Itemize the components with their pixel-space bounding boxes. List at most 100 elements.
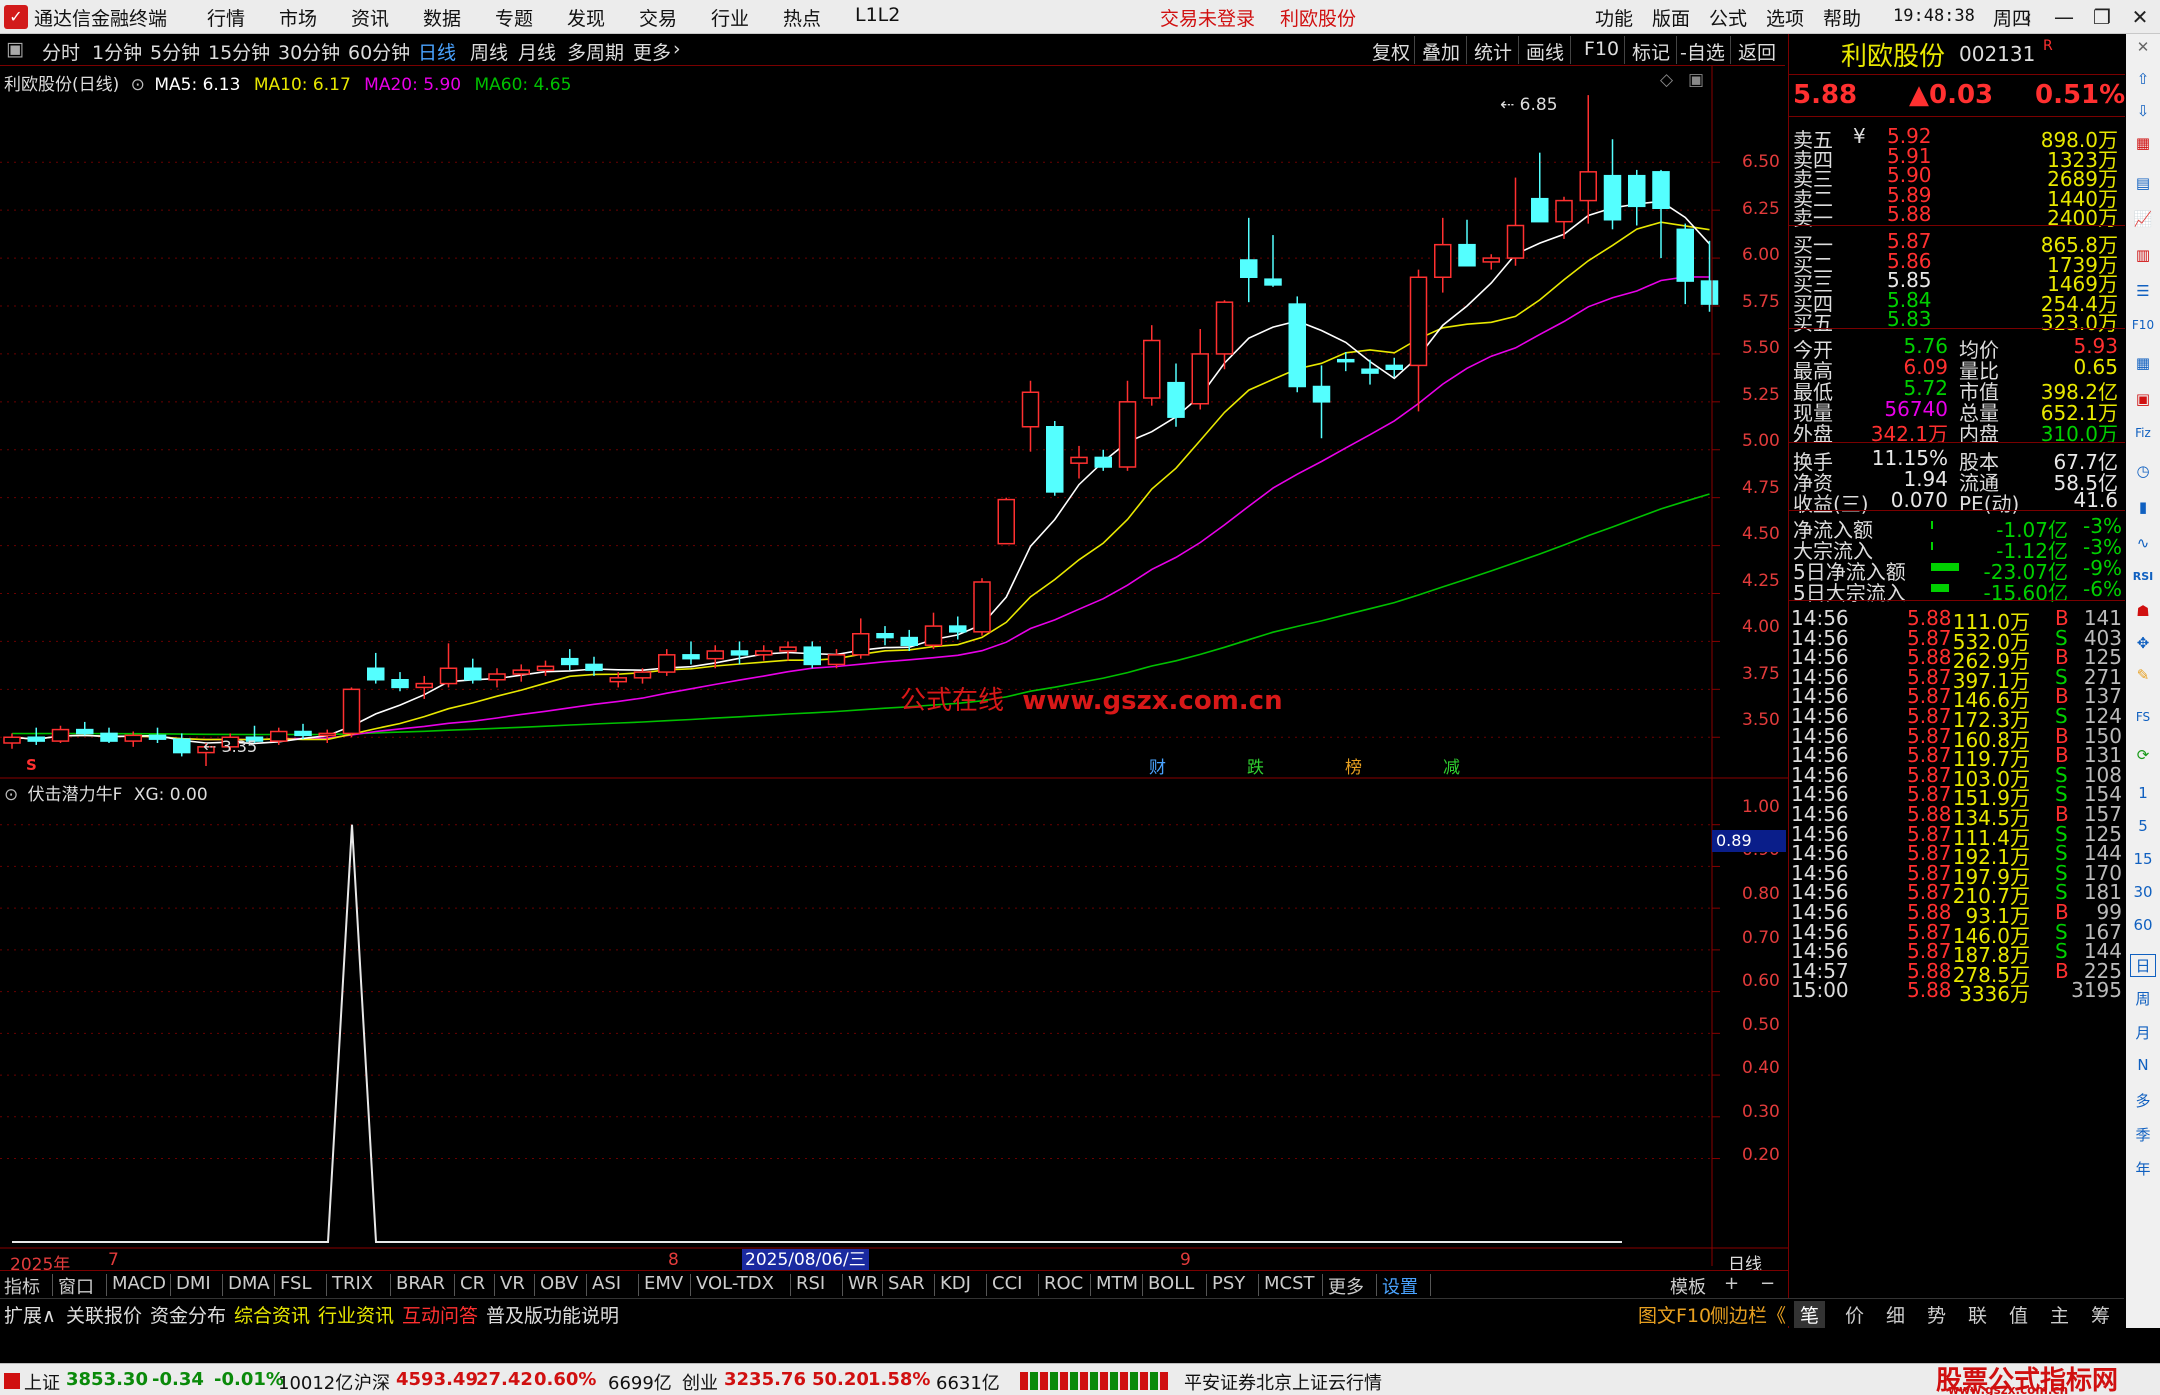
indicator-tab-6[interactable]: TRIX	[332, 1273, 373, 1294]
period-tab-30min[interactable]: 30分钟	[278, 38, 340, 65]
indicator-tab-0[interactable]: 指标	[4, 1273, 40, 1299]
menu-item-hot[interactable]: 热点	[783, 4, 821, 31]
indicator-tab-14[interactable]: RSI	[796, 1273, 825, 1294]
tool-back[interactable]: 返回	[1738, 38, 1776, 65]
menu-item-help[interactable]: 帮助	[1823, 4, 1861, 31]
sidebar-wave-icon[interactable]: ∿	[2130, 534, 2156, 552]
indicator-tab-15[interactable]: WR	[848, 1273, 878, 1294]
indicator-tab-3[interactable]: DMI	[176, 1273, 211, 1294]
sidebar-move-icon[interactable]: ✥	[2130, 634, 2156, 652]
right-tab-0[interactable]: 笔	[1794, 1301, 1826, 1328]
period-tab-multi[interactable]: 多周期	[567, 38, 624, 65]
menu-item-trade[interactable]: 交易	[639, 4, 677, 31]
indicator-tab-23[interactable]: MCST	[1264, 1273, 1315, 1294]
ext-tab-news[interactable]: 综合资讯	[234, 1301, 310, 1328]
login-status[interactable]: 交易未登录	[1160, 4, 1255, 31]
menu-item-function[interactable]: 功能	[1595, 4, 1633, 31]
tool-f10[interactable]: F10	[1584, 38, 1619, 60]
menu-item-layout[interactable]: 版面	[1652, 4, 1690, 31]
sidebar-period-week[interactable]: 周	[2130, 988, 2156, 1009]
indicator-tab-16[interactable]: SAR	[888, 1273, 925, 1294]
back-icon[interactable]: ‹	[2010, 3, 2046, 31]
right-tab-3[interactable]: 势	[1927, 1301, 1946, 1328]
menu-item-discover[interactable]: 发现	[567, 4, 605, 31]
menu-item-options[interactable]: 选项	[1766, 4, 1804, 31]
period-tab-fenshi[interactable]: 分时	[42, 38, 80, 65]
indicator-tab-7[interactable]: BRAR	[396, 1273, 445, 1294]
menu-item-data[interactable]: 数据	[423, 4, 461, 31]
period-tab-monthly[interactable]: 月线	[518, 38, 556, 65]
tool-remove-watch[interactable]: -自选	[1680, 38, 1725, 65]
ext-tab-qa[interactable]: 互动问答	[402, 1301, 478, 1328]
kline-chart[interactable]	[0, 66, 1788, 1266]
indicator-tab-9[interactable]: VR	[500, 1273, 525, 1294]
sidebar-period-day[interactable]: 日	[2130, 954, 2156, 977]
right-tab-1[interactable]: 价	[1845, 1301, 1864, 1328]
event-reduce[interactable]: 减	[1443, 753, 1460, 778]
tool-stats[interactable]: 统计	[1474, 38, 1512, 65]
sidebar-line-icon[interactable]: 📈	[2130, 210, 2156, 228]
menu-item-l1l2[interactable]: L1L2	[855, 4, 900, 26]
panel-toggle-icon[interactable]: ▣	[6, 38, 24, 60]
ext-tab-industry[interactable]: 行业资讯	[318, 1301, 394, 1328]
right-tab-7[interactable]: 筹	[2091, 1301, 2110, 1328]
indicator-tab-22[interactable]: PSY	[1212, 1273, 1245, 1294]
menu-item-news[interactable]: 资讯	[351, 4, 389, 31]
sidebar-kline-icon[interactable]: ▥	[2130, 246, 2156, 264]
sidebar-period-5[interactable]: 5	[2130, 817, 2156, 835]
sidebar-f10-icon[interactable]: F10	[2130, 318, 2156, 332]
sidebar-period-season[interactable]: 季	[2130, 1124, 2156, 1145]
event-drop[interactable]: 跌	[1247, 753, 1264, 778]
more-chevron-icon[interactable]: ›	[673, 38, 681, 60]
right-tab-4[interactable]: 联	[1968, 1301, 1987, 1328]
event-rank[interactable]: 榜	[1345, 753, 1362, 778]
indicator-tab-1[interactable]: 窗口	[58, 1273, 94, 1299]
template-label[interactable]: 模板	[1670, 1273, 1706, 1299]
legend-gear-icon[interactable]: ⊙	[131, 75, 145, 95]
period-tab-1min[interactable]: 1分钟	[92, 38, 142, 65]
tool-adjust[interactable]: 复权	[1372, 38, 1410, 65]
sidebar-pie-icon[interactable]: ◷	[2130, 462, 2156, 480]
sidebar-bar-icon[interactable]: ▮	[2130, 498, 2156, 516]
indicator-tab-5[interactable]: FSL	[280, 1273, 312, 1294]
indicator-tab-21[interactable]: BOLL	[1148, 1273, 1194, 1294]
sidebar-fiz-icon[interactable]: Fiz	[2130, 426, 2156, 440]
indicator-tab-24[interactable]: 更多	[1328, 1273, 1364, 1299]
menu-item-topics[interactable]: 专题	[495, 4, 533, 31]
minimize-icon[interactable]: —	[2046, 3, 2082, 31]
sidebar-chart-icon[interactable]: ▦	[2130, 134, 2156, 152]
menu-item-industry[interactable]: 行业	[711, 4, 749, 31]
indicator-tab-8[interactable]: CR	[460, 1273, 485, 1294]
sidebar-up-icon[interactable]: ⇧	[2130, 70, 2156, 88]
chart-expand-icon[interactable]: ▣	[1688, 70, 1704, 90]
sidebar-grid-icon[interactable]: ▦	[2130, 354, 2156, 372]
indicator-tab-10[interactable]: OBV	[540, 1273, 578, 1294]
tool-draw[interactable]: 画线	[1526, 38, 1564, 65]
template-plus[interactable]: +	[1724, 1273, 1739, 1294]
sidebar-period-year[interactable]: 年	[2130, 1158, 2156, 1179]
sidebar-fs-label[interactable]: FS	[2130, 710, 2156, 724]
sidebar-user-icon[interactable]: ☗	[2130, 602, 2156, 620]
period-tab-weekly[interactable]: 周线	[470, 38, 508, 65]
sidebar-period-month[interactable]: 月	[2130, 1022, 2156, 1043]
ext-tab-related[interactable]: 关联报价	[66, 1301, 142, 1328]
sidebar-rsi-label[interactable]: RSI	[2130, 570, 2156, 583]
event-finance[interactable]: 财	[1149, 753, 1166, 778]
sidebar-period-30[interactable]: 30	[2130, 883, 2156, 901]
indicator-tab-12[interactable]: EMV	[644, 1273, 683, 1294]
restore-icon[interactable]: ❐	[2084, 3, 2120, 31]
sidebar-period-1[interactable]: 1	[2130, 784, 2156, 802]
close-icon[interactable]: ✕	[2122, 3, 2158, 31]
indicator-tab-25[interactable]: 设置	[1382, 1273, 1418, 1299]
sidebar-toggle[interactable]: 侧边栏《	[1710, 1301, 1786, 1328]
indicator-tab-4[interactable]: DMA	[228, 1273, 270, 1294]
sidebar-period-n[interactable]: N	[2130, 1056, 2156, 1074]
sidebar-period-15[interactable]: 15	[2130, 850, 2156, 868]
right-tab-5[interactable]: 值	[2009, 1301, 2028, 1328]
indicator-tab-20[interactable]: MTM	[1096, 1273, 1138, 1294]
indicator-tab-11[interactable]: ASI	[592, 1273, 621, 1294]
f10-button[interactable]: 图文F10	[1638, 1301, 1711, 1328]
right-tab-2[interactable]: 细	[1886, 1301, 1905, 1328]
sidebar-list-icon[interactable]: ☰	[2130, 282, 2156, 300]
period-tab-15min[interactable]: 15分钟	[208, 38, 270, 65]
